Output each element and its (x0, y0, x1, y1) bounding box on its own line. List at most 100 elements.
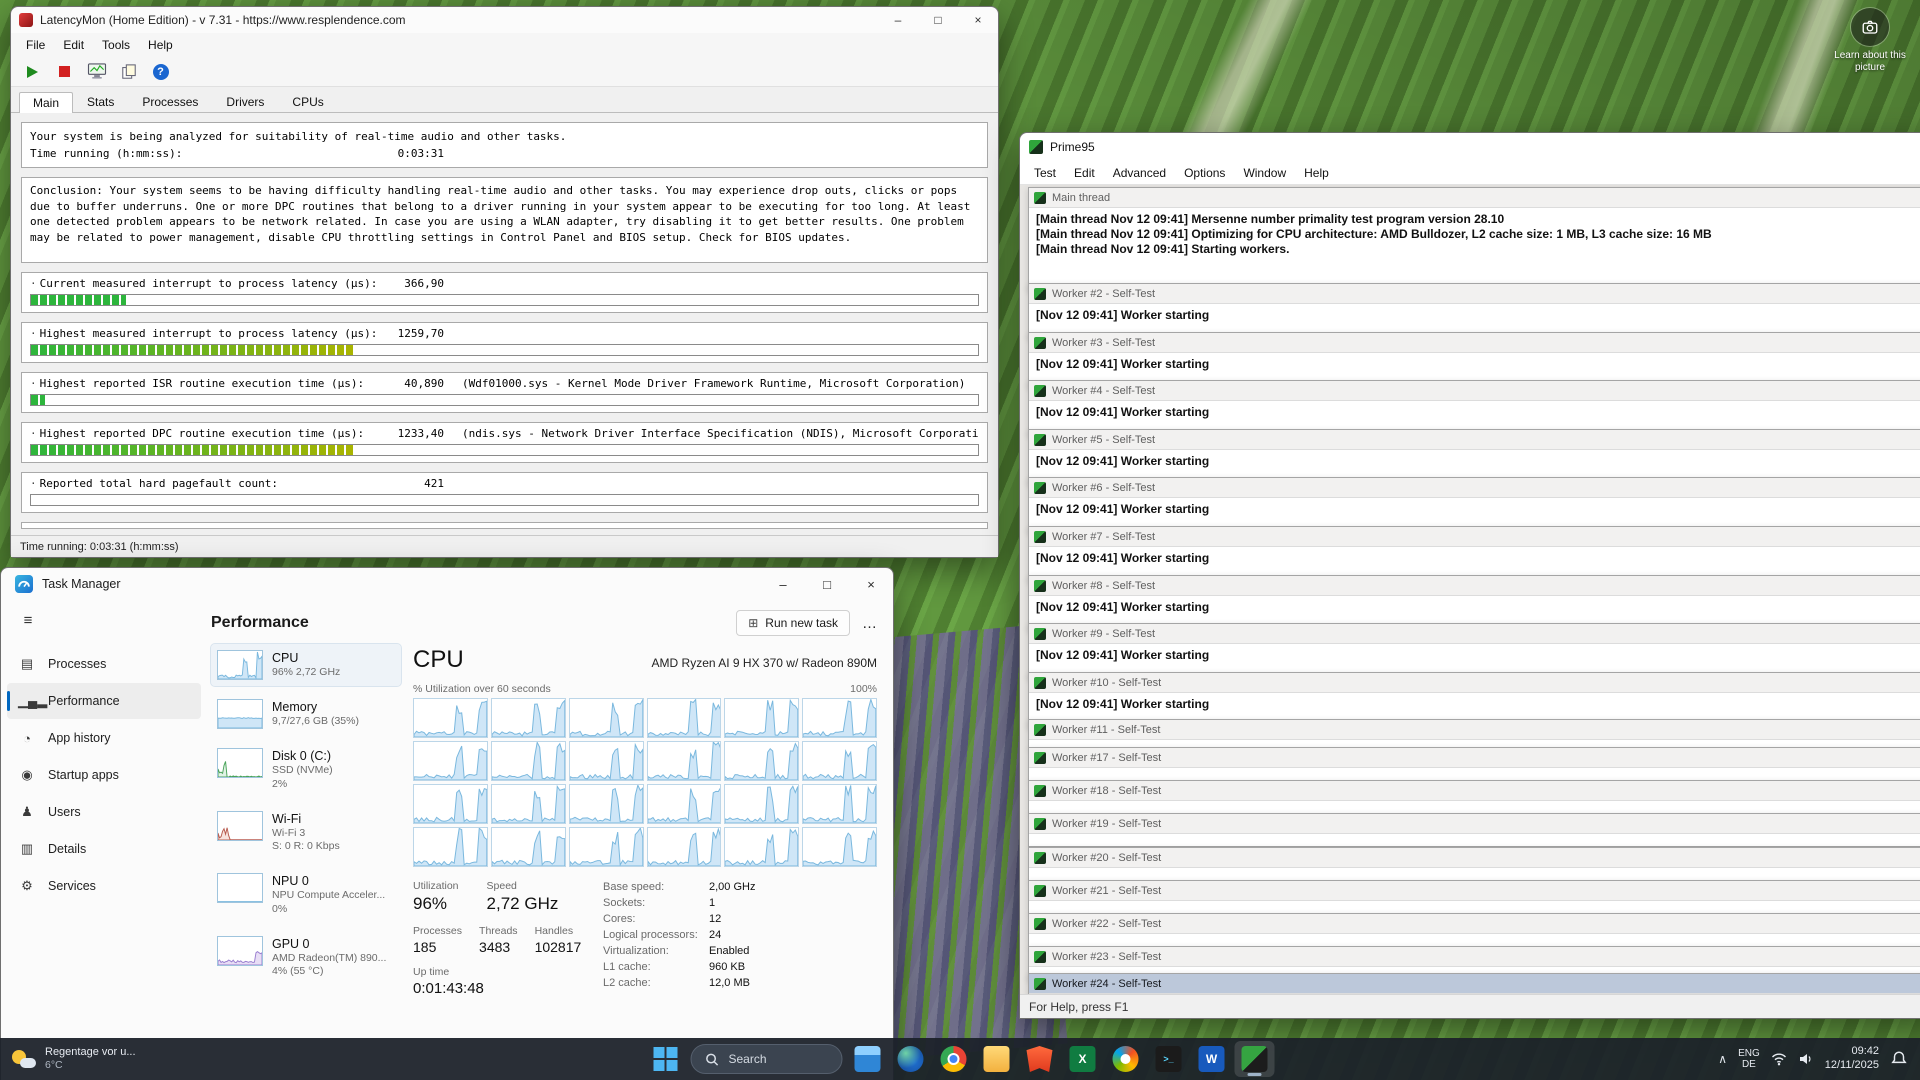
child-window-titlebar[interactable]: Worker #24 - Self-Test (1029, 974, 1920, 994)
taskbar-app-button[interactable] (1106, 1041, 1146, 1077)
worker-window[interactable]: Worker #9 - Self-Test[Nov 12 09:41] Work… (1028, 623, 1920, 679)
performance-list-item[interactable]: Memory 9,7/27,6 GB (35%) (211, 693, 401, 735)
prime95-titlebar[interactable]: Prime95 (1020, 133, 1920, 161)
menu-item[interactable]: Options (1175, 164, 1234, 182)
worker-window[interactable]: Worker #18 - Self-Test (1028, 780, 1920, 814)
perf-item-line2: 4% (55 °C) (272, 965, 386, 979)
learn-about-picture-button[interactable] (1851, 8, 1889, 46)
cpu-detail-row: Base speed: 2,00 GHz (603, 881, 877, 893)
tray-chevron-icon[interactable]: ∧ (1718, 1052, 1727, 1066)
clock[interactable]: 09:42 12/11/2025 (1825, 1045, 1879, 1073)
minimize-button[interactable]: – (878, 7, 918, 33)
child-window-titlebar[interactable]: Worker #23 - Self-Test (1029, 947, 1920, 967)
stop-monitor-button[interactable] (51, 60, 78, 84)
menu-item[interactable]: Help (139, 36, 182, 54)
child-window-titlebar[interactable]: Main thread (1029, 188, 1920, 208)
sidebar-item[interactable]: ♟ Users (7, 794, 201, 830)
taskbar-app-button[interactable] (1020, 1041, 1060, 1077)
child-window-titlebar[interactable]: Worker #4 - Self-Test (1029, 381, 1920, 401)
worker-window[interactable]: Worker #22 - Self-Test (1028, 913, 1920, 947)
search-box[interactable]: Search (691, 1044, 843, 1074)
worker-window[interactable]: Worker #21 - Self-Test (1028, 880, 1920, 914)
help-button[interactable]: ? (147, 60, 174, 84)
child-window-titlebar[interactable]: Worker #22 - Self-Test (1029, 914, 1920, 934)
taskbar-app-button[interactable] (977, 1041, 1017, 1077)
child-window-titlebar[interactable]: Worker #17 - Self-Test (1029, 748, 1920, 768)
wifi-icon[interactable] (1771, 1051, 1787, 1067)
child-window-titlebar[interactable]: Worker #21 - Self-Test (1029, 881, 1920, 901)
child-window-titlebar[interactable]: Worker #20 - Self-Test (1029, 848, 1920, 868)
worker-window[interactable]: Worker #2 - Self-Test[Nov 12 09:41] Work… (1028, 283, 1920, 339)
menu-item[interactable]: Advanced (1104, 164, 1175, 182)
child-window-titlebar[interactable]: Worker #7 - Self-Test (1029, 527, 1920, 547)
menu-item[interactable]: Test (1025, 164, 1065, 182)
menu-item[interactable]: Edit (54, 36, 93, 54)
monitor-tool-button[interactable] (83, 60, 110, 84)
close-button[interactable]: × (958, 7, 998, 33)
child-window-titlebar[interactable]: Worker #5 - Self-Test (1029, 430, 1920, 450)
menu-item[interactable]: Help (1295, 164, 1338, 182)
worker-window-active[interactable]: Worker #24 - Self-Test[Nov 12 09:41] Wor… (1028, 973, 1920, 994)
navigation-toggle-button[interactable]: ≡ (9, 604, 47, 636)
child-window-titlebar[interactable]: Worker #3 - Self-Test (1029, 333, 1920, 353)
tab[interactable]: Main (19, 92, 73, 113)
performance-list-item[interactable]: NPU 0 NPU Compute Acceler... 0% (211, 867, 401, 923)
taskbar-app-button[interactable]: W (1192, 1041, 1232, 1077)
sidebar-item[interactable]: ▤ Processes (7, 646, 201, 682)
tab[interactable]: Drivers (212, 91, 278, 112)
performance-list-item[interactable]: Wi-Fi Wi-Fi 3 S: 0 R: 0 Kbps (211, 805, 401, 861)
child-window-titlebar[interactable]: Worker #19 - Self-Test (1029, 814, 1920, 834)
taskbar-app-button[interactable]: X (1063, 1041, 1103, 1077)
sidebar-item[interactable]: ▁▄▂ Performance (7, 683, 201, 719)
maximize-button[interactable]: □ (805, 568, 849, 600)
volume-icon[interactable] (1798, 1051, 1814, 1067)
tab[interactable]: Processes (128, 91, 212, 112)
sidebar-item[interactable]: ⚙ Services (7, 868, 201, 904)
sidebar-item[interactable]: ▥ Details (7, 831, 201, 867)
worker-window[interactable]: Worker #4 - Self-Test[Nov 12 09:41] Work… (1028, 380, 1920, 436)
language-indicator[interactable]: ENG DE (1738, 1048, 1760, 1071)
performance-list-item[interactable]: Disk 0 (C:) SSD (NVMe) 2% (211, 742, 401, 798)
taskbar-app-button[interactable] (848, 1041, 888, 1077)
worker-window[interactable]: Worker #20 - Self-Test (1028, 847, 1920, 881)
tab[interactable]: Stats (73, 91, 128, 112)
worker-window[interactable]: Main thread[Main thread Nov 12 09:41] Me… (1028, 187, 1920, 291)
menu-item[interactable]: Edit (1065, 164, 1104, 182)
performance-list-item[interactable]: CPU 96% 2,72 GHz (211, 644, 401, 686)
minimize-button[interactable]: – (761, 568, 805, 600)
performance-list-item[interactable]: GPU 0 AMD Radeon(TM) 890... 4% (55 °C) (211, 930, 401, 986)
child-window-titlebar[interactable]: Worker #2 - Self-Test (1029, 284, 1920, 304)
tab[interactable]: CPUs (278, 91, 337, 112)
menu-item[interactable]: Tools (93, 36, 139, 54)
maximize-button[interactable]: □ (918, 7, 958, 33)
latencymon-titlebar[interactable]: LatencyMon (Home Edition) - v 7.31 - htt… (11, 7, 998, 33)
taskbar-app-button[interactable] (934, 1041, 974, 1077)
worker-window[interactable]: Worker #17 - Self-Test (1028, 747, 1920, 781)
menu-item[interactable]: File (17, 36, 54, 54)
taskbar-app-button[interactable]: >_ (1149, 1041, 1189, 1077)
notification-bell-icon[interactable] (1890, 1050, 1908, 1068)
worker-window[interactable]: Worker #11 - Self-Test (1028, 719, 1920, 749)
worker-window[interactable]: Worker #6 - Self-Test[Nov 12 09:41] Work… (1028, 477, 1920, 533)
child-window-titlebar[interactable]: Worker #18 - Self-Test (1029, 781, 1920, 801)
worker-window[interactable]: Worker #7 - Self-Test[Nov 12 09:41] Work… (1028, 526, 1920, 582)
task-manager-titlebar[interactable]: Task Manager – □ × (1, 568, 893, 600)
copy-report-button[interactable] (115, 60, 142, 84)
child-window-titlebar[interactable]: Worker #11 - Self-Test (1029, 720, 1920, 740)
start-monitor-button[interactable] (19, 60, 46, 84)
sidebar-item[interactable]: ◔ App history (7, 720, 201, 756)
taskbar-app-button[interactable] (891, 1041, 931, 1077)
menu-item[interactable]: Window (1234, 164, 1295, 182)
run-new-task-button[interactable]: ⊞ Run new task (736, 610, 850, 636)
taskbar-app-button[interactable] (1235, 1041, 1275, 1077)
start-button[interactable] (646, 1041, 686, 1077)
child-window-titlebar[interactable]: Worker #8 - Self-Test (1029, 576, 1920, 596)
sidebar-item[interactable]: ◉ Startup apps (7, 757, 201, 793)
child-window-titlebar[interactable]: Worker #10 - Self-Test (1029, 673, 1920, 693)
weather-widget[interactable]: Regentage vor u... 6°C (0, 1038, 148, 1080)
close-button[interactable]: × (849, 568, 893, 600)
child-window-titlebar[interactable]: Worker #6 - Self-Test (1029, 478, 1920, 498)
worker-window[interactable]: Worker #19 - Self-Test (1028, 813, 1920, 847)
more-options-button[interactable]: … (862, 615, 877, 632)
child-window-titlebar[interactable]: Worker #9 - Self-Test (1029, 624, 1920, 644)
